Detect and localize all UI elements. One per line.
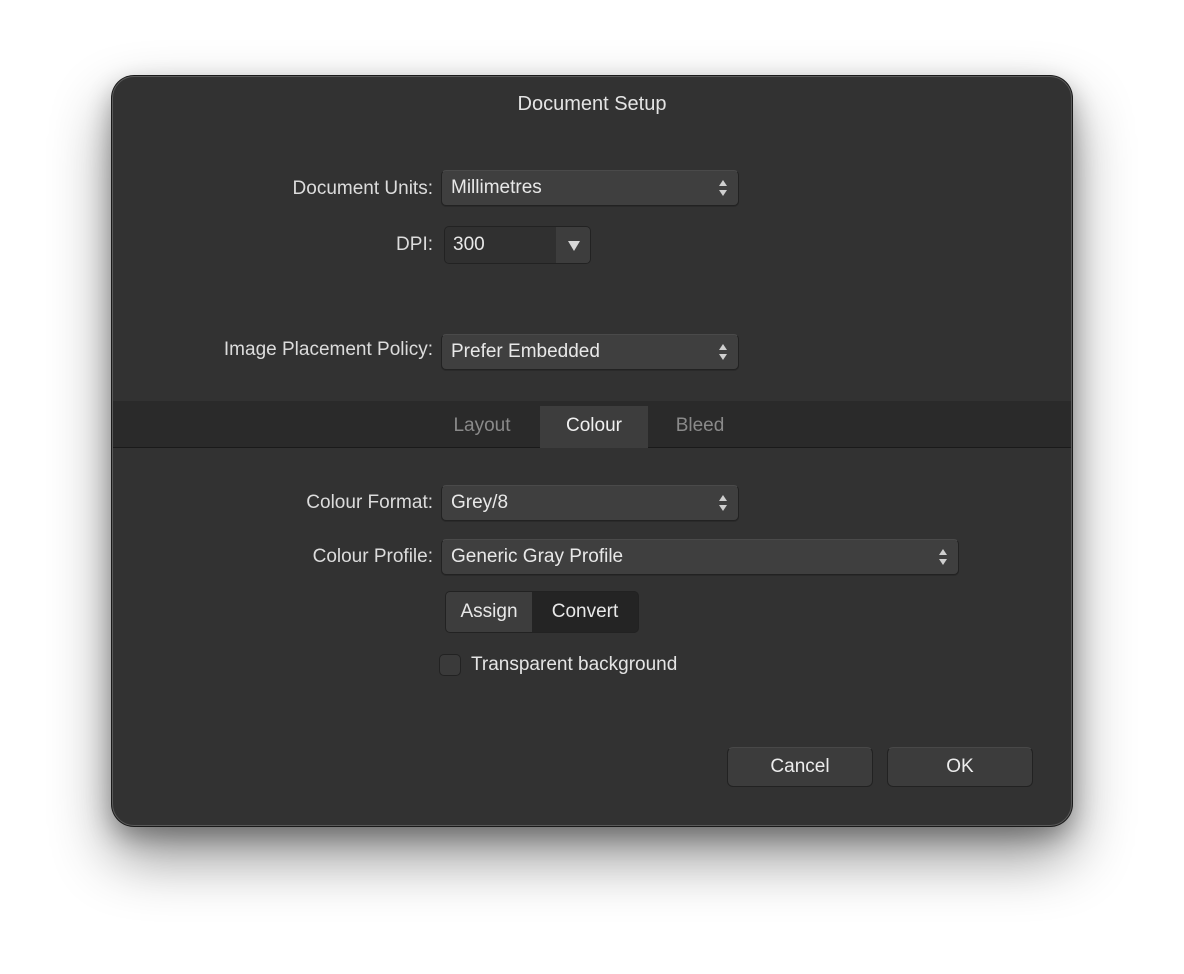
document-units-label: Document Units: [292,178,433,199]
dpi-combo-box[interactable]: 300 [444,226,591,264]
assign-button[interactable]: Assign [446,592,532,632]
dpi-value: 300 [453,234,485,255]
colour-profile-label: Colour Profile: [312,546,433,567]
assign-convert-segmented-control: Assign Convert [445,591,639,633]
cancel-button[interactable]: Cancel [727,747,873,787]
ok-button[interactable]: OK [887,747,1033,787]
tab-bleed[interactable]: Bleed [655,406,745,448]
dpi-dropdown-button[interactable] [556,227,590,263]
up-down-arrows-icon [718,492,728,514]
image-placement-popup[interactable]: Prefer Embedded [441,334,739,370]
tab-layout[interactable]: Layout [435,406,529,448]
dpi-label: DPI: [396,234,433,255]
chevron-down-icon [568,241,580,251]
colour-format-popup[interactable]: Grey/8 [441,485,739,521]
tab-colour[interactable]: Colour [540,406,648,448]
up-down-arrows-icon [718,177,728,199]
up-down-arrows-icon [718,341,728,363]
document-setup-dialog: Document Setup Document Units: Millimetr… [112,76,1072,826]
document-units-value: Millimetres [451,177,542,198]
colour-format-label: Colour Format: [306,492,433,513]
convert-button[interactable]: Convert [532,592,638,632]
transparent-background-checkbox[interactable] [439,654,461,676]
dialog-title: Document Setup [517,93,667,115]
image-placement-value: Prefer Embedded [451,341,600,362]
tab-bar: Layout Colour Bleed [113,401,1071,448]
colour-format-value: Grey/8 [451,492,509,513]
dpi-input[interactable]: 300 [445,227,558,263]
transparent-background-label[interactable]: Transparent background [471,654,677,676]
document-units-popup[interactable]: Millimetres [441,170,739,206]
colour-profile-value: Generic Gray Profile [451,546,624,567]
colour-profile-popup[interactable]: Generic Gray Profile [441,539,959,575]
up-down-arrows-icon [938,546,948,568]
image-placement-label: Image Placement Policy: [223,339,433,360]
